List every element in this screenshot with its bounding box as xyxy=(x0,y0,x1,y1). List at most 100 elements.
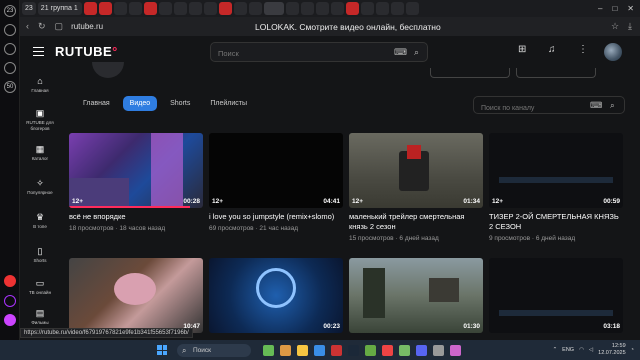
video-title[interactable]: i love you so jumpstyle (remix+slomo) xyxy=(209,212,343,222)
nav-item-blogger[interactable]: ▣ RUTUBE для блогеров xyxy=(20,108,60,131)
tab-youtube-4[interactable] xyxy=(218,2,232,15)
keyboard-icon[interactable]: ⌨ xyxy=(590,100,602,111)
download-icon[interactable]: ⤓ xyxy=(628,21,632,32)
minimize-icon[interactable]: – xyxy=(598,4,602,13)
reload-icon[interactable]: ↻ xyxy=(38,21,46,32)
video-thumbnail[interactable]: 12+ 00:28 xyxy=(69,133,203,208)
app-icon[interactable] xyxy=(450,344,461,356)
nav-item-popular[interactable]: ✧ Популярное xyxy=(20,178,60,196)
yandex-icon[interactable] xyxy=(331,344,342,356)
tab[interactable] xyxy=(375,2,389,15)
sidebar-badge[interactable]: 23 xyxy=(4,5,16,17)
tab[interactable] xyxy=(285,2,299,15)
tab[interactable] xyxy=(248,2,262,15)
avatar[interactable] xyxy=(604,43,622,61)
tab-counter[interactable]: 23 xyxy=(22,2,36,15)
video-thumbnail[interactable]: 01:30 xyxy=(349,258,483,333)
sidebar-badge-50[interactable]: 50 xyxy=(4,81,16,93)
nav-item-tv[interactable]: ▭ ТВ онлайн xyxy=(20,278,60,296)
video-card[interactable]: 03:18 xyxy=(489,258,623,333)
chevron-up-icon[interactable]: ⌃ xyxy=(553,347,558,353)
video-title[interactable]: ТИЗЕР 2-ОЙ СМЕРТЕЛЬНАЯ КНЯЗЬ 2 СЕЗОН xyxy=(489,212,623,232)
video-card[interactable]: 10:47 xyxy=(69,258,203,333)
channel-button[interactable] xyxy=(430,68,510,78)
tab-main[interactable]: Главная xyxy=(76,96,117,111)
nav-item-films[interactable]: ▤ Фильмы xyxy=(20,308,60,326)
search-icon[interactable]: ⌕ xyxy=(414,47,419,58)
taskbar-search[interactable]: Поиск xyxy=(177,343,251,357)
maximize-icon[interactable]: □ xyxy=(612,4,617,13)
grid-icon[interactable]: ⋮ xyxy=(578,44,588,55)
nav-item-top[interactable]: ♛ В топе xyxy=(20,212,60,230)
clock-icon[interactable] xyxy=(4,62,16,74)
tab[interactable] xyxy=(405,2,419,15)
tab-shorts[interactable]: Shorts xyxy=(163,96,197,111)
app-icon[interactable] xyxy=(314,344,325,356)
tab[interactable] xyxy=(360,2,374,15)
tab[interactable] xyxy=(390,2,404,15)
video-thumbnail[interactable]: 00:23 xyxy=(209,258,343,333)
app-icon[interactable] xyxy=(280,344,291,356)
notification-bell-icon[interactable]: ◔ xyxy=(631,347,634,353)
steam-icon[interactable] xyxy=(348,344,359,356)
tab-youtube-5[interactable] xyxy=(345,2,359,15)
nav-item-shorts[interactable]: ▯ Shorts xyxy=(20,246,60,264)
video-title[interactable]: всё не впорядке xyxy=(69,212,203,222)
app-icon[interactable] xyxy=(4,275,16,287)
search-input[interactable] xyxy=(211,44,371,63)
video-title[interactable]: маленький трейлер смертельная князь 2 се… xyxy=(349,212,483,232)
tab-youtube-2[interactable] xyxy=(98,2,112,15)
tab[interactable] xyxy=(188,2,202,15)
tab-youtube[interactable] xyxy=(83,2,97,15)
folder-icon[interactable] xyxy=(297,344,308,356)
history-icon[interactable] xyxy=(4,24,16,36)
video-thumbnail[interactable]: 12+ 00:59 xyxy=(489,133,623,208)
video-card[interactable]: 01:30 xyxy=(349,258,483,333)
app-icon[interactable] xyxy=(399,344,410,356)
play-icon[interactable] xyxy=(4,43,16,55)
upload-icon[interactable]: ⊞ xyxy=(518,44,526,55)
app-icon[interactable] xyxy=(365,344,376,356)
tab[interactable] xyxy=(300,2,314,15)
assistant-icon[interactable] xyxy=(4,314,16,326)
url-field[interactable]: rutube.ru xyxy=(71,22,103,31)
video-thumbnail[interactable]: 10:47 xyxy=(69,258,203,333)
app-icon[interactable] xyxy=(382,344,393,356)
search-icon[interactable]: ⌕ xyxy=(610,100,615,111)
keyboard-icon[interactable]: ⌨ xyxy=(394,47,407,58)
tab[interactable] xyxy=(330,2,344,15)
bookmark-icon[interactable]: ☆ xyxy=(611,21,619,32)
video-card[interactable]: 12+ 00:28 всё не впорядке 18 просмотров … xyxy=(69,133,203,232)
rutube-logo[interactable]: RUTUBE° xyxy=(55,44,118,59)
url-text[interactable]: rutube.ru xyxy=(71,22,103,31)
tab[interactable] xyxy=(315,2,329,15)
nav-item-catalog[interactable]: ▦ Каталог xyxy=(20,144,60,162)
tab-group[interactable]: 21 группа 1 xyxy=(37,2,82,15)
clock[interactable]: 12:59 12.07.2025 xyxy=(598,343,626,357)
tab[interactable] xyxy=(158,2,172,15)
channel-search-input[interactable] xyxy=(474,101,584,116)
close-icon[interactable]: ✕ xyxy=(627,4,634,13)
video-card[interactable]: 00:23 xyxy=(209,258,343,333)
tab[interactable] xyxy=(233,2,247,15)
tab[interactable] xyxy=(203,2,217,15)
video-thumbnail[interactable]: 12+ 04:41 xyxy=(209,133,343,208)
back-icon[interactable]: ‹ xyxy=(26,21,29,32)
windows-start-icon[interactable] xyxy=(157,345,167,355)
language-indicator[interactable]: ENG xyxy=(562,347,574,353)
tab-videos[interactable]: Видео xyxy=(122,96,158,111)
tab-active[interactable] xyxy=(263,2,284,15)
nav-item-home[interactable]: ⌂ Главная xyxy=(20,76,60,94)
video-card[interactable]: 12+ 00:59 ТИЗЕР 2-ОЙ СМЕРТЕЛЬНАЯ КНЯЗЬ 2… xyxy=(489,133,623,242)
channel-button[interactable] xyxy=(516,68,596,78)
tab[interactable] xyxy=(113,2,127,15)
app-icon[interactable] xyxy=(263,344,274,356)
video-card[interactable]: 12+ 01:34 маленький трейлер смертельная … xyxy=(349,133,483,242)
volume-icon[interactable]: ◁ xyxy=(589,347,593,353)
video-thumbnail[interactable]: 12+ 01:34 xyxy=(349,133,483,208)
tab[interactable] xyxy=(173,2,187,15)
app-icon[interactable] xyxy=(433,344,444,356)
tab-youtube-3[interactable] xyxy=(143,2,157,15)
discord-icon[interactable] xyxy=(416,344,427,356)
video-thumbnail[interactable]: 03:18 xyxy=(489,258,623,333)
